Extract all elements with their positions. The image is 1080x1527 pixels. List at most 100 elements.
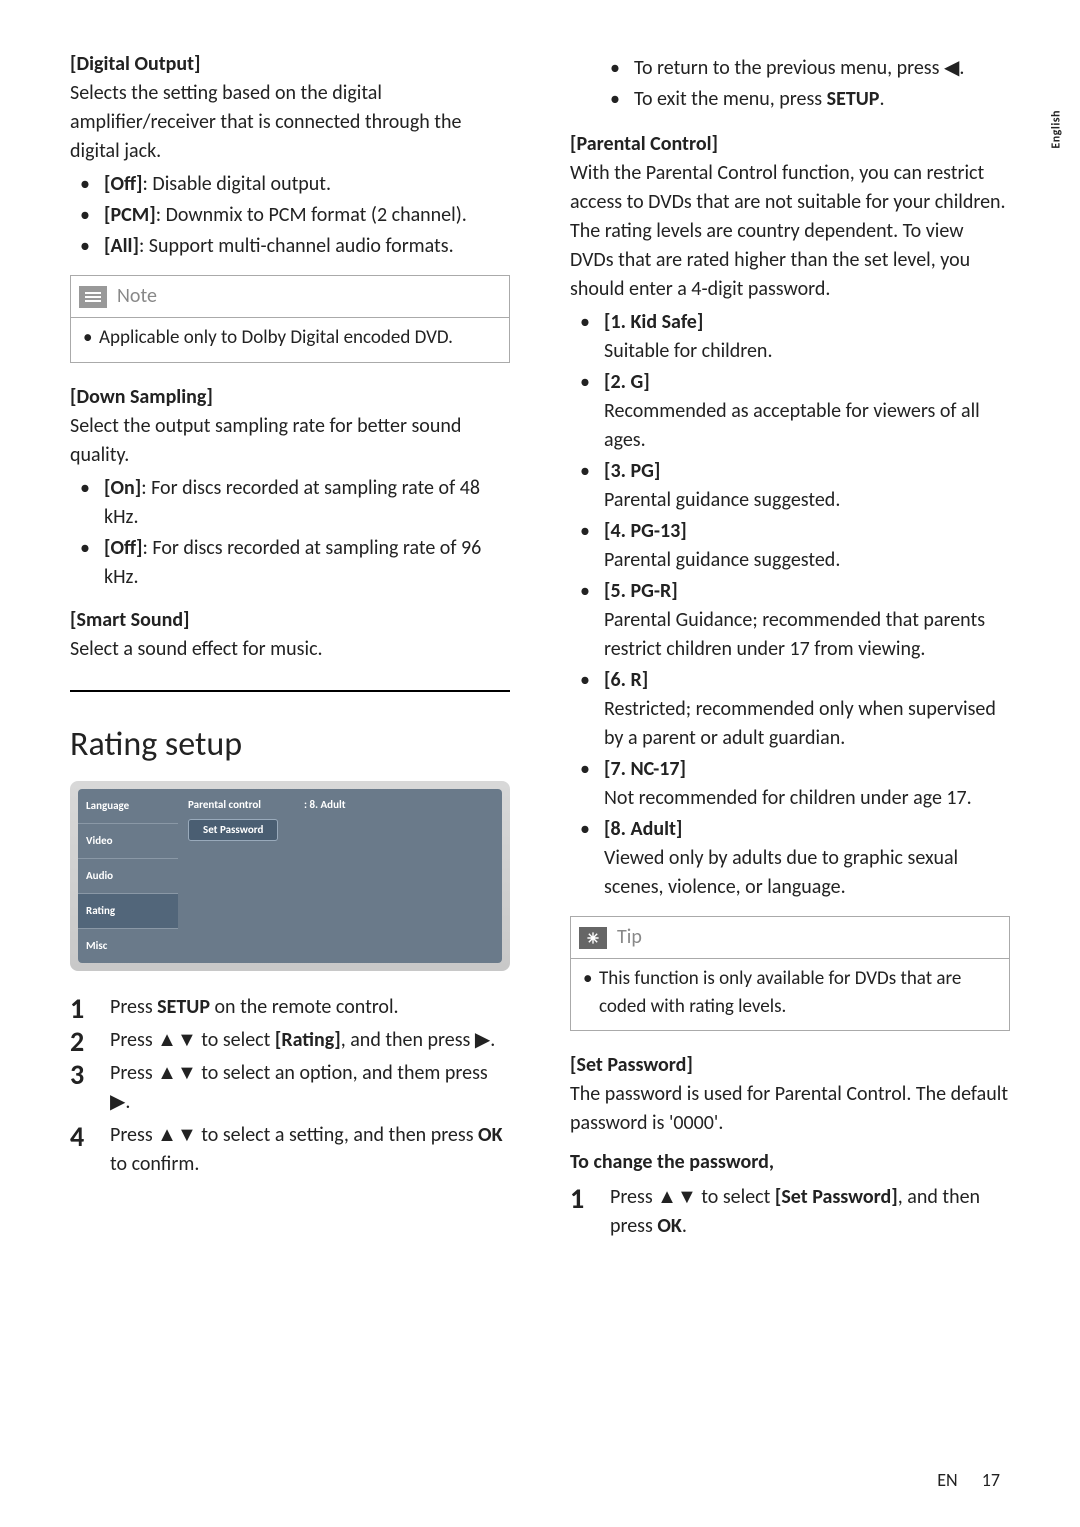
level-desc: Suitable for children. — [604, 337, 1010, 366]
text: . — [959, 56, 964, 80]
step-1: Press SETUP on the remote control. — [70, 993, 510, 1022]
osd-tabs: Language Video Audio Rating Misc — [78, 789, 178, 963]
list-item: [All]: Support multi-channel audio forma… — [70, 232, 510, 261]
list-item: [4. PG-13] Parental guidance suggested. — [570, 517, 1010, 575]
down-sampling-intro: Select the output sampling rate for bett… — [70, 412, 510, 470]
set-password-title: [Set Password] — [570, 1051, 1010, 1080]
step-text: Press — [110, 1123, 157, 1147]
level-label: [7. NC-17] — [604, 757, 686, 781]
step-4: Press ▲▼ to select a setting, and then p… — [70, 1121, 510, 1179]
top-bullets: To return to the previous menu, press ◀.… — [600, 54, 1010, 114]
osd-row-set-password[interactable]: Set Password — [188, 819, 492, 841]
item-desc: : For discs recorded at sampling rate of… — [104, 536, 481, 589]
list-item: [7. NC-17] Not recommended for children u… — [570, 755, 1010, 813]
smart-sound-intro: Select a sound effect for music. — [70, 635, 510, 664]
change-password-heading: To change the password, — [570, 1148, 1010, 1177]
tip-header: Tip — [571, 917, 1009, 959]
parental-control-title: [Parental Control] — [570, 130, 1010, 159]
list-item: [PCM]: Downmix to PCM format (2 channel)… — [70, 201, 510, 230]
rating-setup-heading: Rating setup — [70, 720, 510, 769]
step-text: to select — [697, 1185, 775, 1209]
osd-menu: Language Video Audio Rating Misc Parenta… — [70, 781, 510, 971]
osd-tab-audio[interactable]: Audio — [78, 859, 178, 894]
osd-row-label: Parental control — [188, 797, 298, 813]
note-heading: Note — [117, 282, 157, 311]
parental-control-intro: With the Parental Control function, you … — [570, 159, 1010, 304]
level-desc: Parental Guidance; recommended that pare… — [604, 606, 1010, 664]
level-label: [8. Adult] — [604, 817, 682, 841]
level-label: [2. G] — [604, 370, 650, 394]
level-label: [5. PG-R] — [604, 579, 678, 603]
set-password-intro: The password is used for Parental Contro… — [570, 1080, 1010, 1138]
note-header: Note — [71, 276, 509, 318]
step-text: to confirm. — [110, 1152, 199, 1176]
level-desc: Parental guidance suggested. — [604, 486, 1010, 515]
steps-list: Press SETUP on the remote control. Press… — [70, 993, 510, 1179]
list-item: [Off]: Disable digital output. — [70, 170, 510, 199]
up-down-icon: ▲▼ — [157, 1062, 197, 1084]
level-label: [3. PG] — [604, 459, 660, 483]
item-label: [All] — [104, 234, 139, 258]
step-text: Press — [610, 1185, 657, 1209]
text-bold: SETUP — [827, 87, 880, 111]
footer-page-number: 17 — [982, 1469, 1000, 1491]
left-column: [Digital Output] Selects the setting bas… — [70, 50, 510, 1245]
step-3: Press ▲▼ to select an option, and them p… — [70, 1059, 510, 1117]
level-label: [4. PG-13] — [604, 519, 687, 543]
osd-set-password-button[interactable]: Set Password — [188, 819, 278, 841]
level-desc: Recommended as acceptable for viewers of… — [604, 397, 1010, 455]
digital-output-intro: Selects the setting based on the digital… — [70, 79, 510, 166]
digital-output-title: [Digital Output] — [70, 50, 510, 79]
page-footer: EN 17 — [937, 1469, 1000, 1491]
item-desc: : Downmix to PCM format (2 channel). — [156, 203, 467, 227]
step-2: Press ▲▼ to select [Rating], and then pr… — [70, 1026, 510, 1055]
osd-tab-video[interactable]: Video — [78, 824, 178, 859]
note-icon — [79, 286, 107, 308]
footer-lang: EN — [937, 1469, 957, 1491]
smart-sound-title: [Smart Sound] — [70, 606, 510, 635]
tip-icon — [579, 927, 607, 949]
change-password-steps: Press ▲▼ to select [Set Password], and t… — [570, 1183, 1010, 1241]
right-column: To return to the previous menu, press ◀.… — [570, 50, 1010, 1245]
rating-levels-list: [1. Kid Safe] Suitable for children. [2. … — [570, 308, 1010, 902]
list-item: [5. PG-R] Parental Guidance; recommended … — [570, 577, 1010, 664]
level-label: [1. Kid Safe] — [604, 310, 703, 334]
up-down-icon: ▲▼ — [657, 1186, 697, 1208]
columns: [Digital Output] Selects the setting bas… — [70, 50, 1010, 1245]
section-divider — [70, 690, 510, 692]
tip-box: Tip This function is only available for … — [570, 916, 1010, 1031]
step-1: Press ▲▼ to select [Set Password], and t… — [570, 1183, 1010, 1241]
osd-tab-misc[interactable]: Misc — [78, 929, 178, 963]
step-text: . — [125, 1090, 130, 1114]
text: To return to the previous menu, press — [634, 56, 944, 80]
osd-tab-rating[interactable]: Rating — [78, 894, 178, 929]
step-text: to select an option, and them press — [197, 1061, 488, 1085]
level-desc: Parental guidance suggested. — [604, 546, 1010, 575]
digital-output-list: [Off]: Disable digital output. [PCM]: Do… — [70, 170, 510, 261]
osd-row-value: : 8. Adult — [304, 797, 346, 813]
item-desc: : Disable digital output. — [143, 172, 332, 196]
note-text: Applicable only to Dolby Digital encoded… — [81, 324, 499, 352]
item-label: [Off] — [104, 172, 143, 196]
list-item: [1. Kid Safe] Suitable for children. — [570, 308, 1010, 366]
list-item: To return to the previous menu, press ◀. — [600, 54, 1010, 83]
item-label: [On] — [104, 476, 141, 500]
step-text: to select a setting, and then press — [197, 1123, 478, 1147]
list-item: [2. G] Recommended as acceptable for view… — [570, 368, 1010, 455]
list-item: [3. PG] Parental guidance suggested. — [570, 457, 1010, 515]
list-item: [Off]: For discs recorded at sampling ra… — [70, 534, 510, 592]
step-text: Press — [110, 1061, 157, 1085]
level-desc: Not recommended for children under age 1… — [604, 784, 1010, 813]
level-label: [6. R] — [604, 668, 648, 692]
item-desc: : Support multi-channel audio formats. — [139, 234, 454, 258]
step-text: . — [490, 1028, 495, 1052]
page: English [Digital Output] Selects the set… — [0, 0, 1080, 1527]
osd-tab-language[interactable]: Language — [78, 789, 178, 824]
osd-row-parental[interactable]: Parental control : 8. Adult — [188, 797, 492, 813]
up-down-icon: ▲▼ — [157, 1124, 197, 1146]
step-bold: OK — [478, 1123, 502, 1147]
left-arrow-icon: ◀ — [944, 57, 959, 79]
list-item: To exit the menu, press SETUP. — [600, 85, 1010, 114]
right-arrow-icon: ▶ — [475, 1029, 490, 1051]
list-item: [On]: For discs recorded at sampling rat… — [70, 474, 510, 532]
